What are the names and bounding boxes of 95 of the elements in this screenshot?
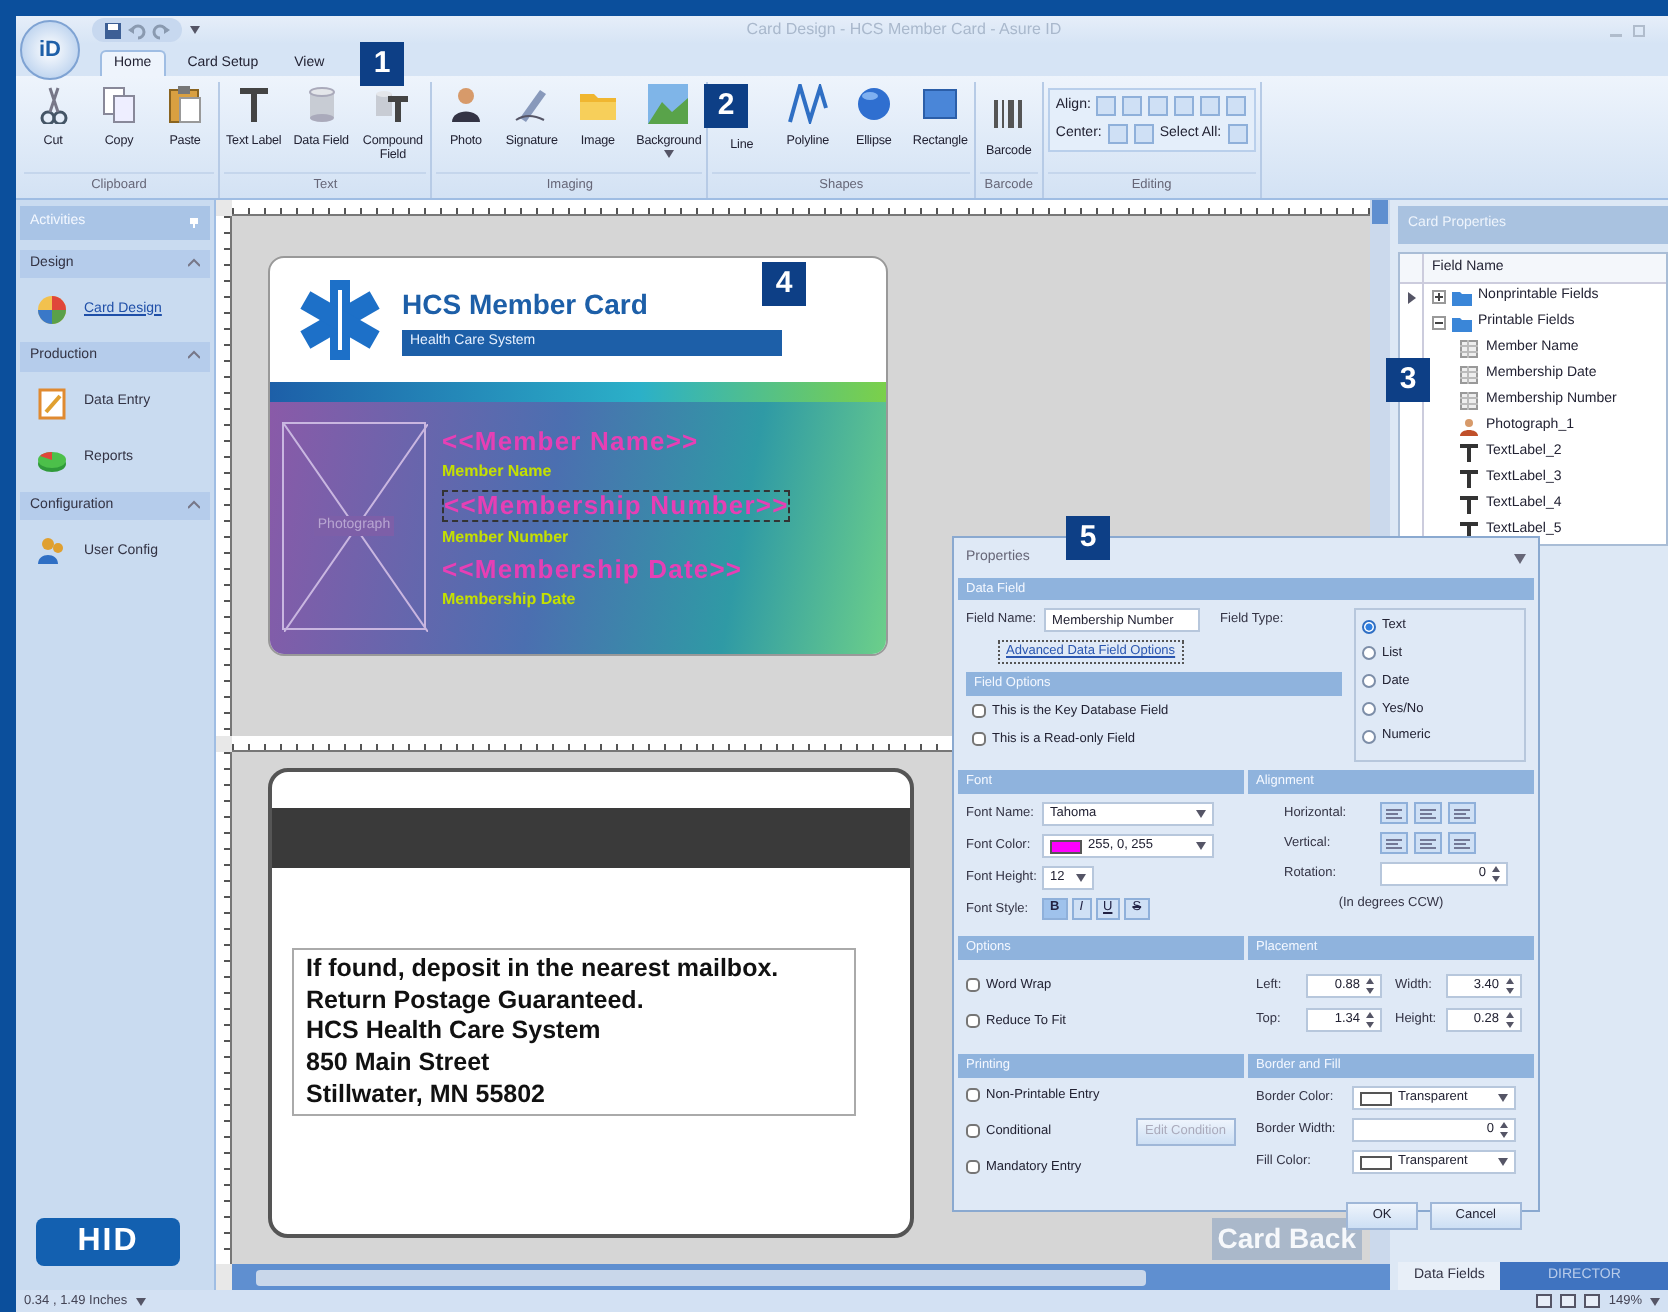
grid-icon	[1460, 340, 1480, 358]
scrollbar[interactable]	[232, 1264, 1390, 1290]
lines-icon	[1420, 837, 1436, 849]
alignment-button[interactable]	[1414, 802, 1442, 824]
circle-icon	[853, 84, 894, 124]
expander-icon[interactable]	[1432, 316, 1446, 330]
align-icon[interactable]	[1226, 96, 1247, 117]
grid-icon	[1460, 392, 1480, 410]
brand-logo: HID	[36, 1218, 180, 1266]
caret-icon	[1196, 842, 1206, 850]
align-icon[interactable]	[1122, 96, 1143, 117]
caret-icon	[663, 149, 674, 158]
align-icon[interactable]	[1200, 96, 1221, 117]
checkbox[interactable]	[972, 704, 986, 719]
people-icon	[36, 536, 68, 568]
checkbox[interactable]	[966, 1159, 980, 1174]
color-swatch	[1050, 839, 1082, 853]
scroll-thumb[interactable]	[1372, 200, 1388, 224]
canvas-label: Card Back	[1211, 1218, 1362, 1260]
pin-icon	[188, 216, 200, 229]
zigzag-icon	[787, 84, 828, 124]
redo-icon[interactable]	[152, 21, 170, 39]
radio-button[interactable]	[1362, 619, 1376, 634]
radio-button[interactable]	[1362, 701, 1376, 716]
address-text: If found, deposit in the nearest mailbox. Return Postage Guaranteed. HCS Health Care System 850 Main Street Stillwater, MN 55802	[292, 948, 856, 1117]
field-caption: Membership Date	[442, 592, 578, 611]
save-icon[interactable]	[104, 21, 122, 39]
caret-icon	[1650, 1297, 1660, 1305]
scroll-thumb[interactable]	[256, 1269, 1146, 1285]
callout-number: 5	[1066, 516, 1110, 560]
pages-icon	[99, 84, 139, 124]
lines-icon	[1454, 837, 1470, 849]
align-icon[interactable]	[1107, 123, 1128, 144]
spin-icon	[1366, 977, 1374, 994]
checkbox[interactable]	[966, 1088, 980, 1103]
caret-icon	[1076, 874, 1086, 882]
color-swatch	[1360, 1155, 1392, 1169]
caret-icon	[1498, 1158, 1508, 1166]
collapse-icon[interactable]	[188, 499, 200, 512]
radio-button[interactable]	[1362, 646, 1376, 661]
radio-button[interactable]	[1362, 729, 1376, 744]
checkbox[interactable]	[966, 978, 980, 993]
spin-icon	[1505, 977, 1513, 994]
spin-icon	[1500, 1122, 1508, 1138]
callout-number: 1	[360, 42, 404, 86]
color-swatch	[1360, 1091, 1392, 1105]
callout-number: 3	[1386, 358, 1430, 402]
caret-icon	[135, 1297, 146, 1305]
field-caption: Member Number	[442, 530, 571, 549]
expander-icon[interactable]	[1432, 290, 1446, 304]
callout-number: 4	[762, 262, 806, 306]
dropdown-icon[interactable]	[1514, 553, 1526, 564]
lines-icon	[1386, 807, 1402, 819]
spin-icon	[1505, 1011, 1513, 1028]
alignment-button[interactable]	[1448, 832, 1476, 854]
clipboard-icon	[165, 84, 205, 124]
person-icon	[1460, 418, 1480, 436]
letter-t-icon	[1460, 444, 1480, 462]
spin-icon	[1492, 866, 1500, 882]
callout-number: 2	[704, 84, 748, 128]
collapse-icon[interactable]	[188, 350, 200, 363]
align-icon[interactable]	[1174, 96, 1195, 117]
alignment-button[interactable]	[1414, 832, 1442, 854]
window-title: Card Design - HCS Member Card - Asure ID	[744, 18, 1064, 42]
align-icon[interactable]	[1096, 96, 1117, 117]
field-caption: Member Name	[442, 464, 554, 483]
notepad-icon	[36, 387, 68, 419]
align-icon[interactable]	[1148, 96, 1169, 117]
color-wheel-icon	[36, 294, 68, 326]
checkbox[interactable]	[972, 731, 986, 746]
card-title: HCS Member Card	[402, 286, 650, 325]
checkbox[interactable]	[966, 1124, 980, 1139]
grid-icon	[1460, 366, 1480, 384]
align-icon[interactable]	[1227, 123, 1248, 144]
lines-icon	[1454, 807, 1470, 819]
alignment-button[interactable]	[1380, 832, 1408, 854]
checkbox[interactable]	[966, 1013, 980, 1028]
star-logo-icon	[294, 274, 386, 366]
spin-icon	[1366, 1011, 1374, 1028]
lines-icon	[1386, 837, 1402, 849]
align-icon[interactable]	[1133, 123, 1154, 144]
caret-icon	[1498, 1094, 1508, 1102]
lines-icon	[1420, 807, 1436, 819]
caret-icon	[190, 26, 200, 34]
pen-icon	[511, 84, 552, 124]
alignment-button[interactable]	[1380, 802, 1408, 824]
undo-icon[interactable]	[128, 21, 146, 39]
caret-icon	[1196, 810, 1206, 818]
collapse-icon[interactable]	[188, 257, 200, 270]
letter-t-icon	[1460, 470, 1480, 488]
landscape-icon	[648, 84, 689, 124]
square-icon	[920, 84, 961, 124]
alignment-button[interactable]	[1448, 802, 1476, 824]
radio-button[interactable]	[1362, 674, 1376, 689]
letter-t-icon	[1460, 496, 1480, 514]
